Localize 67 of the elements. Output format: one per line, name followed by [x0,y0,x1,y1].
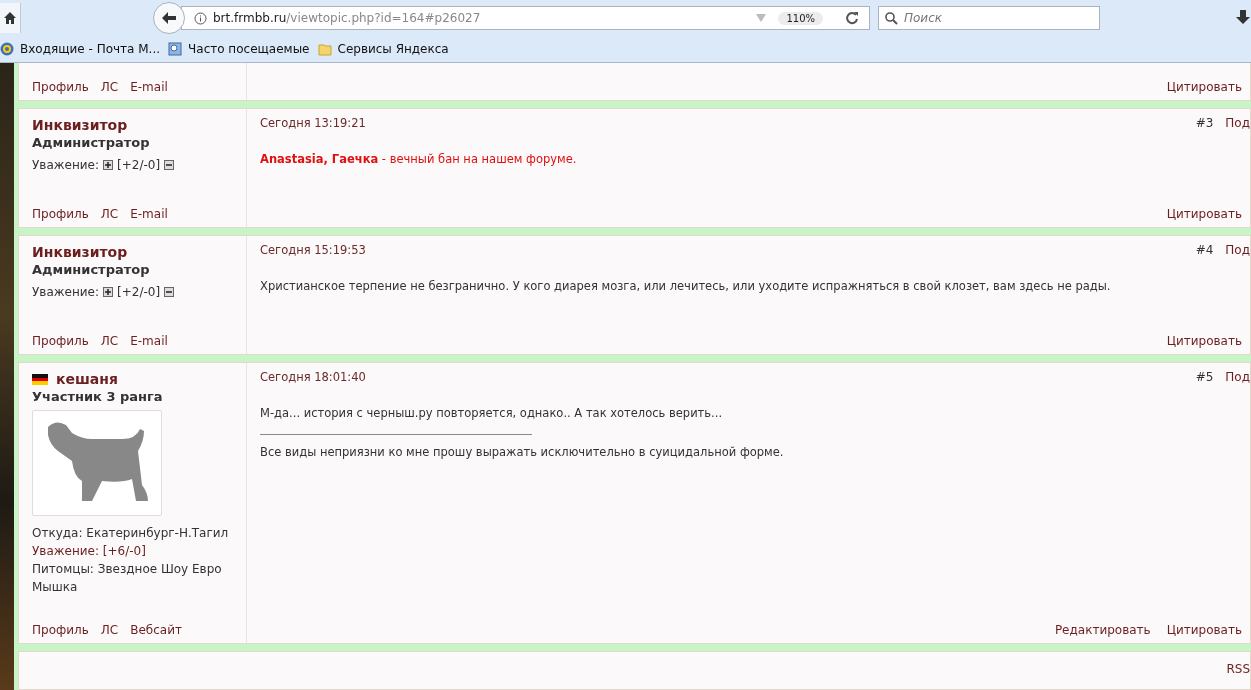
zoom-badge[interactable]: 110% [778,11,823,25]
respect-value: [+2/-0] [117,285,161,299]
respect-label: Уважение: [32,158,99,172]
minus-icon[interactable] [164,160,175,170]
profile-link[interactable]: ЛС [100,623,119,637]
subscribe-link[interactable]: Под [1225,116,1250,130]
post-number[interactable]: #5 [1195,370,1214,384]
url-text: brt.frmbb.ru/viewtopic.php?id=164#p26027 [213,11,481,25]
profile-link[interactable]: ЛС [100,334,119,348]
rss-link[interactable]: RSS [1226,662,1250,689]
page-icon [168,42,183,56]
author-name[interactable]: кешаня [56,371,118,387]
home-button[interactable] [0,3,21,33]
author-name[interactable]: Инквизитор [32,244,128,260]
info-icon [194,11,207,25]
action-link[interactable]: Цитировать [1166,80,1242,94]
profile-link[interactable]: ЛС [100,207,119,221]
action-link[interactable]: Цитировать [1166,623,1242,637]
action-link[interactable]: Цитировать [1166,207,1242,221]
profile-link[interactable]: Профиль [32,207,89,221]
post-text: М-да... история с черныш.ру повторяется, однако.. А так хотелось верить... [260,406,724,420]
subscribe-link[interactable]: Под [1225,370,1250,384]
profile-link[interactable]: Вебсайт [130,623,182,637]
bookmark-item[interactable]: Сервисы Яндекса [317,42,449,56]
post-date: Сегодня 18:01:40 [260,370,367,384]
download-icon[interactable] [1236,10,1250,26]
profile-field: Уважение: [+6/-0] [32,542,246,560]
folder-icon [317,42,332,56]
minus-icon[interactable] [164,287,175,297]
profile-link[interactable]: E-mail [130,80,168,94]
user-rank: Участник 3 ранга [32,389,164,404]
search-placeholder: Поиск [904,11,942,25]
profile-link[interactable]: E-mail [130,334,168,348]
action-link[interactable]: Редактировать [1054,623,1151,637]
subscribe-link[interactable]: Под [1225,243,1250,257]
search-field[interactable]: Поиск [878,6,1100,30]
action-link[interactable]: Цитировать [1166,334,1242,348]
profile-link[interactable]: ЛС [100,80,119,94]
bookmark-item[interactable]: Часто посещаемые [168,42,310,56]
post-date: Сегодня 15:19:53 [260,243,367,257]
profile-field: Питомцы: Звездное Шоу Евро Мышка [32,560,246,596]
author-name[interactable]: Инквизитор [32,117,128,133]
profile-link[interactable]: E-mail [130,207,168,221]
reload-icon[interactable] [845,11,859,25]
back-button[interactable] [153,2,185,34]
post-text: Anastasia, Гаечка - вечный бан на нашем форуме. [260,152,578,166]
post-number[interactable]: #3 [1195,116,1214,130]
profile-field: Откуда: Екатеринбург-Н.Тагил [32,524,246,542]
post-number[interactable]: #4 [1195,243,1214,257]
profile-link[interactable]: Профиль [32,80,89,94]
at-sign-icon [0,42,14,56]
signature-text: Все виды неприязни ко мне прошу выражать исключительно в суицидальной форме. [260,445,784,459]
plus-icon[interactable] [103,287,113,297]
bookmark-item[interactable]: Входящие - Почта М... [0,42,161,56]
user-rank: Администратор [32,262,151,277]
user-rank: Администратор [32,135,151,150]
post-text: Христианское терпение не безгранично. У кого диарея мозга, или лечитесь, или уходите испражняться в свой клозет, вам здесь не рады. [260,279,1112,293]
respect-label: Уважение: [32,285,99,299]
back-arrow-icon [161,11,177,25]
search-icon [885,11,898,25]
profile-link[interactable]: Профиль [32,623,89,637]
home-icon [3,11,17,25]
plus-icon[interactable] [103,160,113,170]
address-bar[interactable]: brt.frmbb.ru/viewtopic.php?id=164#p26027 110% [181,6,870,30]
profile-link[interactable]: Профиль [32,334,89,348]
respect-value: [+2/-0] [117,158,161,172]
post-date: Сегодня 13:19:21 [260,116,367,130]
